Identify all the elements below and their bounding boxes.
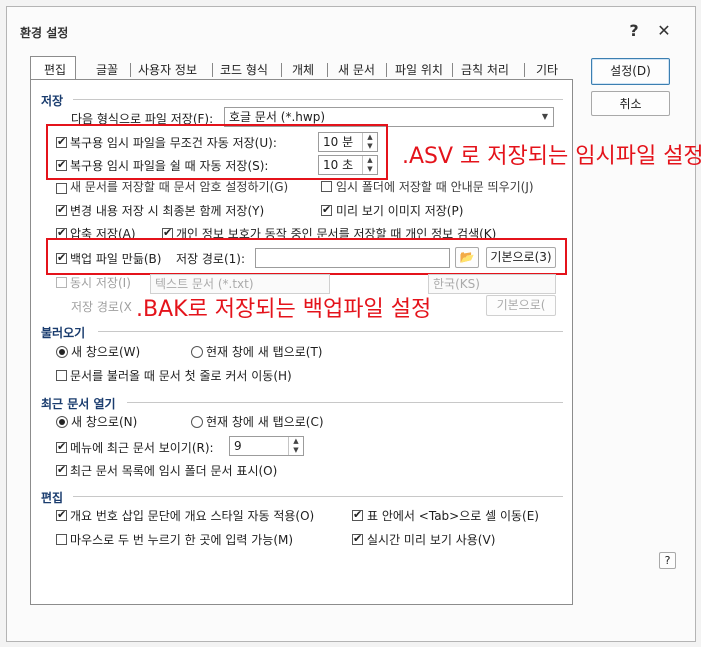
tab-separator bbox=[452, 63, 453, 77]
section-recent: 최근 문서 열기 bbox=[41, 397, 116, 411]
tab-misc[interactable]: 기타 bbox=[536, 61, 558, 78]
tab-separator bbox=[524, 63, 525, 77]
open-new-window-label: 새 창으로(W) bbox=[71, 345, 141, 359]
move-first-line-label: 문서를 불러올 때 문서 첫 줄로 커서 이동(H) bbox=[70, 369, 292, 383]
live-preview-label: 실시간 미리 보기 사용(V) bbox=[367, 533, 496, 547]
tab-code-format[interactable]: 코드 형식 bbox=[220, 61, 268, 78]
tab-cell-move-label: 표 안에서 <Tab>으로 셀 이동(E) bbox=[367, 509, 539, 523]
temp-folder-notice-checkbox[interactable] bbox=[321, 181, 332, 192]
tab-font[interactable]: 글꼴 bbox=[96, 61, 118, 78]
auto-outline-style-checkbox[interactable] bbox=[56, 508, 67, 521]
section-divider bbox=[127, 402, 563, 403]
tab-separator bbox=[281, 63, 282, 77]
tab-separator bbox=[212, 63, 213, 77]
section-divider bbox=[73, 496, 563, 497]
tab-forbidden-chars[interactable]: 금칙 처리 bbox=[461, 61, 509, 78]
section-divider bbox=[98, 331, 563, 332]
also-save-label: 동시 저장(I) bbox=[70, 276, 131, 290]
tab-separator bbox=[130, 63, 131, 77]
save-final-checkbox[interactable] bbox=[56, 203, 67, 216]
dialog-title: 환경 설정 bbox=[20, 26, 69, 40]
temp-folder-notice-label: 임시 폴더에 저장할 때 안내문 띄우기(J) bbox=[336, 180, 534, 194]
open-new-window-radio[interactable] bbox=[56, 346, 68, 358]
also-save-encoding-select[interactable]: 한국(KS) bbox=[428, 274, 556, 294]
move-first-line-checkbox[interactable] bbox=[56, 370, 67, 381]
show-recent-menu-label: 메뉴에 최근 문서 보이기(R): bbox=[70, 441, 214, 455]
section-open: 불러오기 bbox=[41, 326, 86, 340]
tab-object[interactable]: 개체 bbox=[292, 61, 314, 78]
tab-separator bbox=[386, 63, 387, 77]
highlight-box-asv bbox=[46, 124, 388, 180]
save-format-value: 호글 문서 (*.hwp) bbox=[229, 110, 326, 124]
annotation-asv: .ASV 로 저장되는 임시파일 설정 bbox=[402, 144, 701, 169]
dblclick-input-checkbox[interactable] bbox=[56, 534, 67, 545]
section-edit: 편집 bbox=[41, 491, 64, 505]
also-save-checkbox[interactable] bbox=[56, 277, 67, 288]
tab-separator bbox=[327, 63, 328, 77]
tab-file-location[interactable]: 파일 위치 bbox=[395, 61, 443, 78]
tab-edit[interactable]: 편집 bbox=[44, 61, 66, 78]
recent-new-tab-radio[interactable] bbox=[191, 416, 203, 428]
tab-user-info[interactable]: 사용자 정보 bbox=[138, 61, 197, 78]
new-doc-password-checkbox[interactable] bbox=[56, 183, 67, 194]
recent-new-window-radio[interactable] bbox=[56, 416, 68, 428]
recent-new-tab-label: 현재 창에 새 탭으로(C) bbox=[206, 415, 324, 429]
close-icon[interactable]: ✕ bbox=[654, 21, 674, 40]
show-temp-docs-checkbox[interactable] bbox=[56, 463, 67, 476]
default-also-save-button[interactable]: 기본으로( bbox=[486, 295, 556, 316]
recent-count-value: 9 bbox=[234, 439, 242, 453]
open-new-tab-label: 현재 창에 새 탭으로(T) bbox=[206, 345, 323, 359]
help-icon[interactable]: ? bbox=[659, 552, 676, 569]
preview-image-label: 미리 보기 이미지 저장(P) bbox=[336, 204, 464, 218]
dblclick-input-label: 마우스로 두 번 누르기 한 곳에 입력 가능(M) bbox=[70, 533, 294, 547]
new-doc-password-label: 새 문서를 저장할 때 문서 암호 설정하기(G) bbox=[70, 180, 289, 194]
chevron-down-icon: ▼ bbox=[541, 112, 548, 121]
annotation-bak: .BAK로 저장되는 백업파일 설정 bbox=[136, 297, 432, 322]
help-icon[interactable]: ? bbox=[624, 21, 644, 40]
section-save: 저장 bbox=[41, 94, 64, 108]
highlight-box-bak bbox=[46, 238, 567, 275]
ok-button[interactable]: 설정(D) bbox=[591, 58, 670, 85]
also-save-path-label: 저장 경로(X bbox=[71, 300, 132, 314]
recent-count-spinner[interactable]: 9 ▲ ▼ bbox=[229, 436, 304, 456]
tab-new-doc[interactable]: 새 문서 bbox=[338, 61, 375, 78]
show-recent-menu-checkbox[interactable] bbox=[56, 440, 67, 453]
spin-arrows-icon[interactable]: ▲ ▼ bbox=[288, 437, 303, 455]
section-divider bbox=[73, 99, 563, 100]
open-new-tab-radio[interactable] bbox=[191, 346, 203, 358]
recent-new-window-label: 새 창으로(N) bbox=[71, 415, 138, 429]
live-preview-checkbox[interactable] bbox=[352, 532, 363, 545]
show-temp-docs-label: 최근 문서 목록에 임시 폴더 문서 표시(O) bbox=[70, 464, 278, 478]
auto-outline-style-label: 개요 번호 삽입 문단에 개요 스타일 자동 적용(O) bbox=[70, 509, 315, 523]
tab-cell-move-checkbox[interactable] bbox=[352, 508, 363, 521]
save-final-label: 변경 내용 저장 시 최종본 함께 저장(Y) bbox=[70, 204, 265, 218]
preview-image-checkbox[interactable] bbox=[321, 203, 332, 216]
cancel-button[interactable]: 취소 bbox=[591, 91, 670, 116]
